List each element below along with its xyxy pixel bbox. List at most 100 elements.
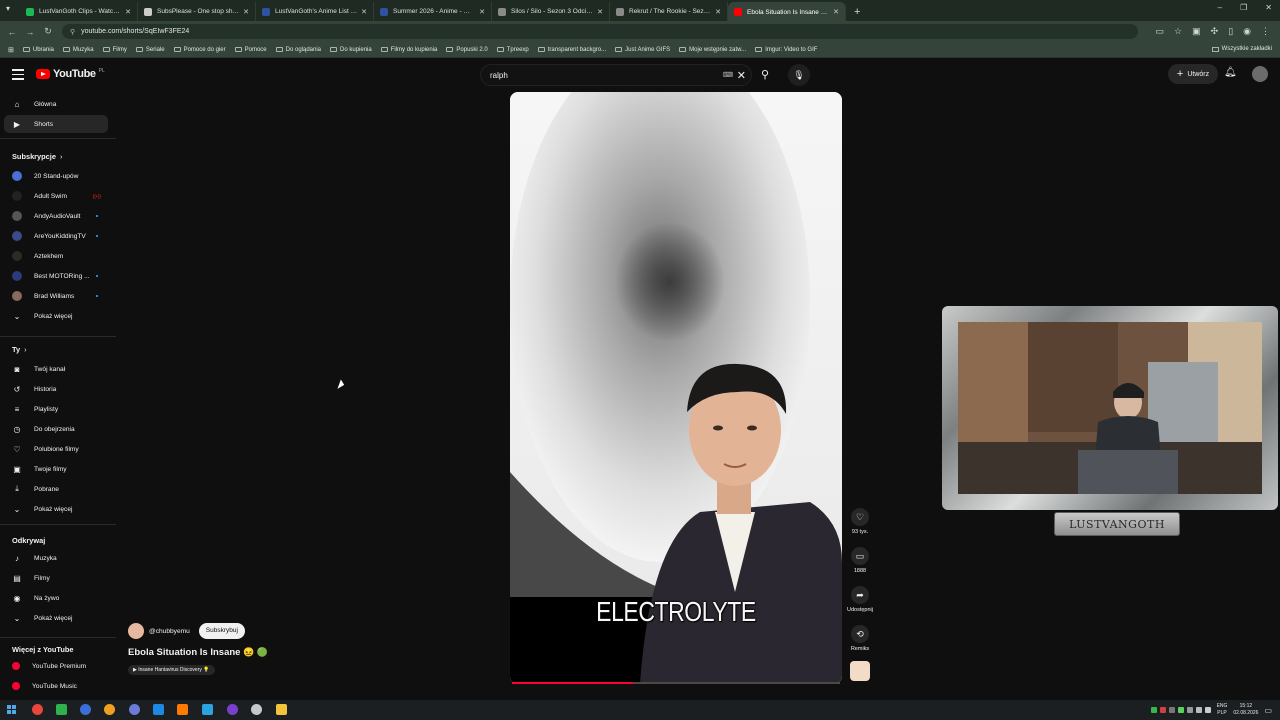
site-info-icon[interactable]: ⚲ xyxy=(70,28,75,36)
apps-icon[interactable]: ⊞ xyxy=(8,46,14,54)
cast-icon[interactable]: ▭ xyxy=(1156,26,1165,37)
related-video-chip[interactable]: ▶ Insane Hantavirus Discovery 💡 xyxy=(128,665,215,675)
tab-close-icon[interactable]: ✕ xyxy=(597,8,603,16)
notification-center-icon[interactable]: ▭ xyxy=(1264,706,1272,715)
sidebar-subscription[interactable]: 20 Stand-upów xyxy=(4,167,108,185)
tab-close-icon[interactable]: ✕ xyxy=(479,8,485,16)
bookmark-item[interactable]: Moje wstępnie zatw... xyxy=(679,47,746,53)
volume-icon[interactable] xyxy=(1204,707,1211,713)
taskbar-app-icon[interactable] xyxy=(56,704,67,715)
file-explorer-icon[interactable] xyxy=(276,704,287,715)
menu-icon[interactable] xyxy=(12,69,24,80)
bookmark-item[interactable]: Popuski 2.0 xyxy=(446,47,488,53)
tab-close-icon[interactable]: ✕ xyxy=(361,8,367,16)
close-window-icon[interactable]: ✕ xyxy=(1265,3,1272,12)
all-bookmarks[interactable]: Wszystkie zakładki xyxy=(1211,46,1272,52)
sidebar-item-youtube-app[interactable]: YouTube Premium xyxy=(4,657,108,675)
maximize-icon[interactable]: ❐ xyxy=(1240,3,1247,12)
remix-icon[interactable]: ⟲ xyxy=(851,625,869,643)
browser-tab[interactable]: Silos / Silo - Sezon 3 Odcinek 2 ✕ xyxy=(492,2,610,21)
sidebar-subscription[interactable]: Best MOTORing ... xyxy=(4,267,108,285)
bookmark-star-icon[interactable]: ☆ xyxy=(1174,26,1182,37)
browser-menu-icon[interactable]: ⋮ xyxy=(1261,26,1270,37)
sidebar-item-youtube-app[interactable]: YouTube Music xyxy=(4,677,108,695)
browser-tab[interactable]: Summer 2026 - Anime - MyAn ✕ xyxy=(374,2,492,21)
search-icon[interactable]: ⚲ xyxy=(754,64,776,86)
discord-icon[interactable] xyxy=(129,704,140,715)
sidebar-item-główna[interactable]: ⌂ Główna xyxy=(4,95,108,113)
show-more-explore[interactable]: ⌄ Pokaż więcej xyxy=(4,609,108,627)
video-progress-bar[interactable] xyxy=(512,682,840,684)
minimize-icon[interactable]: – xyxy=(1218,3,1222,12)
sidebar-item-explore[interactable]: ♪ Muzyka xyxy=(4,549,108,567)
sidebar-item-explore[interactable]: ◉ Na żywo xyxy=(4,589,108,607)
language-indicator[interactable]: ENG PLP xyxy=(1217,703,1228,717)
short-title[interactable]: Ebola Situation Is Insane xyxy=(128,647,240,658)
tray-app-icon[interactable] xyxy=(1186,707,1193,713)
sidebar-item-you[interactable]: ⤓ Pobrane xyxy=(4,480,108,498)
more-from-youtube-heading[interactable]: Więcej z YouTube xyxy=(12,645,74,654)
bookmark-item[interactable]: Filmy do kupienia xyxy=(380,47,437,53)
tray-app-icon[interactable] xyxy=(1177,707,1184,713)
taskbar-app-icon[interactable] xyxy=(104,704,115,715)
browser-tab[interactable]: Rekrut / The Rookie - Sezon 2 ✕ xyxy=(610,2,728,21)
bookmark-item[interactable]: Do oglądania xyxy=(275,47,321,53)
taskbar-app-icon[interactable] xyxy=(251,704,262,715)
channel-handle[interactable]: @chubbyemu xyxy=(149,628,190,635)
bookmark-item[interactable]: Ubrania xyxy=(22,47,54,53)
tab-close-icon[interactable]: ✕ xyxy=(125,8,131,16)
sidebar-subscription[interactable]: Aztekhem xyxy=(4,247,108,265)
notifications-bell-icon[interactable]: 🔔︎ xyxy=(1224,67,1237,78)
taskbar-app-icon[interactable] xyxy=(80,704,91,715)
show-more-subscriptions[interactable]: ⌄ Pokaż więcej xyxy=(4,307,108,325)
bookmark-item[interactable]: Pomoce xyxy=(234,47,267,53)
browser-tab[interactable]: LustVanGoth Clips - Watch Live ✕ xyxy=(20,2,138,21)
forward-icon[interactable]: → xyxy=(21,27,39,37)
bookmark-item[interactable]: transparent backgro... xyxy=(537,47,606,53)
clock[interactable]: 15:12 02.08.2026 xyxy=(1233,703,1258,717)
browser-tab[interactable]: Ebola Situation Is Insane 😖 🔊 ✕ xyxy=(728,2,846,21)
account-avatar[interactable] xyxy=(1252,66,1268,82)
new-tab-button[interactable]: + xyxy=(846,6,868,21)
bookmark-item[interactable]: Pomoce do gier xyxy=(173,47,226,53)
sound-thumbnail[interactable] xyxy=(850,661,870,681)
sidebar-subscription[interactable]: AreYouKiddingTV xyxy=(4,227,108,245)
explore-heading[interactable]: Odkrywaj xyxy=(12,536,45,545)
share-icon[interactable]: ➦ xyxy=(851,586,869,604)
address-bar[interactable]: ⚲ youtube.com/shorts/SqEIwF3FE24 xyxy=(62,24,1138,39)
subscriptions-heading[interactable]: Subskrypcje › xyxy=(12,152,62,161)
chrome-icon[interactable] xyxy=(32,704,43,715)
sidebar-item-explore[interactable]: ▤ Filmy xyxy=(4,569,108,587)
sidebar-item-you[interactable]: ▣ Twoje filmy xyxy=(4,460,108,478)
sidebar-item-you[interactable]: ↺ Historia xyxy=(4,380,108,398)
bookmark-item[interactable]: Imgur: Video to GIF xyxy=(755,47,817,53)
sidebar-item-you[interactable]: ≡ Playlisty xyxy=(4,400,108,418)
tray-app-icon[interactable] xyxy=(1150,707,1157,713)
create-button[interactable]: + Utwórz xyxy=(1168,64,1218,84)
tray-app-icon[interactable] xyxy=(1159,707,1166,713)
channel-avatar[interactable] xyxy=(128,623,144,639)
tab-close-icon[interactable]: ✕ xyxy=(243,8,249,16)
bookmark-item[interactable]: Filmy xyxy=(102,47,127,53)
wifi-icon[interactable] xyxy=(1195,707,1202,713)
like-icon[interactable]: ♡ xyxy=(851,508,869,526)
browser-tab[interactable]: SubsPlease - One stop shop fo ✕ xyxy=(138,2,256,21)
sidebar-subscription[interactable]: AndyAudioVault xyxy=(4,207,108,225)
tab-close-icon[interactable]: ✕ xyxy=(833,8,839,16)
show-more-you[interactable]: ⌄ Pokaż więcej xyxy=(4,500,108,518)
sidebar-item-shorts[interactable]: ▶ Shorts xyxy=(4,115,108,133)
microphone-icon[interactable]: 🎙 xyxy=(788,64,810,86)
windows-start-icon[interactable] xyxy=(7,705,16,714)
bookmark-item[interactable]: Do kupienia xyxy=(330,47,372,53)
bookmark-item[interactable]: Muzyka xyxy=(62,47,94,53)
short-video-player[interactable]: ELECTROLYTE xyxy=(510,92,842,684)
sidebar-subscription[interactable]: Brad Williams xyxy=(4,287,108,305)
tray-app-icon[interactable] xyxy=(1168,707,1175,713)
sidebar-item-you[interactable]: ♡ Polubione filmy xyxy=(4,440,108,458)
extensions-puzzle-icon[interactable]: ✣ xyxy=(1211,26,1219,37)
vlc-icon[interactable] xyxy=(177,704,188,715)
taskbar-app-icon[interactable] xyxy=(153,704,164,715)
keyboard-icon[interactable]: ⌨ xyxy=(723,71,733,79)
telegram-icon[interactable] xyxy=(202,704,213,715)
you-heading[interactable]: Ty › xyxy=(12,345,27,354)
